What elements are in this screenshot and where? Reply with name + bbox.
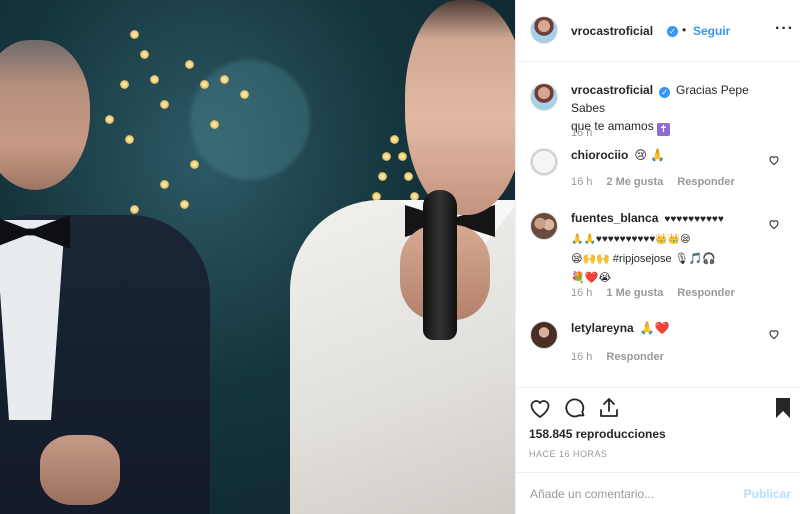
comment-line-4: 💐❤️😭 (571, 272, 612, 284)
follow-button[interactable]: Seguir (693, 24, 730, 38)
caption-username[interactable]: vrocastroficial (571, 83, 653, 97)
comment-icon[interactable] (563, 396, 587, 420)
comment-line-3: 😪🙌🙌 #ripjosejose 🎙🎵🎧 (571, 253, 717, 265)
comment-text: letylareyna 🙏❤️ (571, 319, 771, 337)
post-sidebar: vrocastroficial ✓ • Seguir ··· vrocastro… (515, 0, 800, 514)
post-actions: 158.845 reproducciones HACE 16 HORAS Aña… (516, 387, 800, 514)
post-timestamp[interactable]: HACE 16 HORAS (529, 449, 608, 459)
verified-badge-icon: ✓ (667, 26, 678, 37)
singer-right (290, 0, 515, 514)
caption-time[interactable]: 16 h (571, 127, 592, 139)
bookmark-icon[interactable] (771, 396, 795, 420)
comment-avatar[interactable] (530, 321, 558, 349)
reply-button[interactable]: Responder (677, 176, 734, 188)
post-video[interactable] (0, 0, 515, 514)
comment-meta: 16 h Responder (571, 351, 664, 363)
comment-time[interactable]: 16 h (571, 176, 592, 188)
reply-button[interactable]: Responder (677, 287, 734, 299)
comments-list[interactable]: vrocastroficial ✓ Gracias Pepe Sabes que t… (516, 62, 800, 387)
comment-body: 🙏❤️ (639, 321, 670, 335)
share-icon[interactable] (597, 396, 621, 420)
post-header: vrocastroficial ✓ • Seguir ··· (516, 0, 800, 62)
comment-line-2: 🙏🙏♥♥♥♥♥♥♥♥♥♥👑👑😪 (571, 234, 691, 245)
singer-left (0, 20, 210, 514)
comment-likes[interactable]: 1 Me gusta (606, 287, 663, 299)
comment-avatar[interactable] (530, 148, 558, 176)
cross-icon: ✝ (657, 123, 671, 136)
caption-avatar[interactable] (530, 83, 558, 111)
comment-like-icon[interactable] (768, 328, 780, 340)
comment-time[interactable]: 16 h (571, 287, 592, 299)
comment-username[interactable]: fuentes_blanca (571, 211, 658, 225)
comment-meta: 16 h 2 Me gusta Responder (571, 176, 735, 188)
comment-input[interactable]: Añade un comentario... (530, 487, 654, 501)
publish-button[interactable]: Publicar (744, 487, 791, 501)
comment-text: chiorociio 😢 🙏 (571, 146, 771, 164)
caption-text: vrocastroficial ✓ Gracias Pepe Sabes que t… (571, 81, 771, 136)
comment-body: 😢 🙏 (634, 148, 666, 162)
comment-meta: 16 h 1 Me gusta Responder (571, 287, 735, 299)
author-username[interactable]: vrocastroficial (571, 24, 653, 38)
author-avatar[interactable] (530, 16, 558, 44)
caption-meta: 16 h (571, 127, 592, 139)
more-options-icon[interactable]: ··· (775, 20, 794, 38)
heart-icon[interactable] (528, 396, 552, 420)
comment-likes[interactable]: 2 Me gusta (606, 176, 663, 188)
views-count[interactable]: 158.845 reproducciones (529, 427, 666, 441)
add-comment-bar: Añade un comentario... Publicar (516, 472, 800, 514)
separator: • (682, 23, 687, 37)
comment-avatar[interactable] (530, 212, 558, 240)
comment-like-icon[interactable] (768, 218, 780, 230)
comment-time[interactable]: 16 h (571, 351, 592, 363)
comment-like-icon[interactable] (768, 154, 780, 166)
verified-badge-icon: ✓ (659, 87, 671, 98)
reply-button[interactable]: Responder (606, 351, 663, 363)
comment-text: fuentes_blanca ♥♥♥♥♥♥♥♥♥♥ 🙏🙏♥♥♥♥♥♥♥♥♥♥👑👑😪… (571, 209, 771, 287)
comment-username[interactable]: letylareyna (571, 321, 634, 335)
comment-line-1: ♥♥♥♥♥♥♥♥♥♥ (664, 214, 724, 225)
comment-username[interactable]: chiorociio (571, 148, 628, 162)
